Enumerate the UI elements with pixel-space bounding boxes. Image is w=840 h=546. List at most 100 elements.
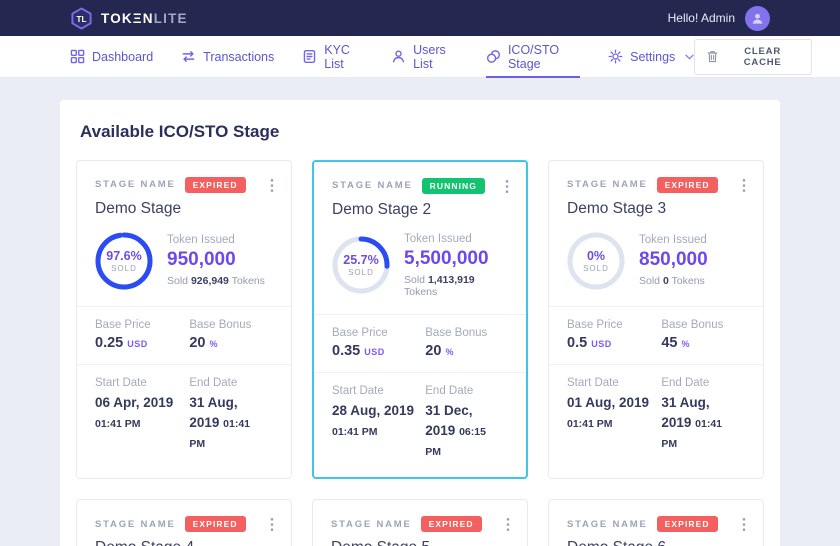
user-icon	[391, 49, 406, 64]
sold-progress-donut: 25.7% SOLD	[332, 236, 390, 294]
start-time-value: 01:41 PM	[95, 418, 141, 430]
user-avatar[interactable]	[745, 6, 770, 31]
token-issued-value: 950,000	[167, 249, 265, 271]
start-date-value: 06 Apr, 2019	[95, 395, 173, 410]
dots-vertical-icon	[270, 178, 274, 193]
status-badge: EXPIRED	[185, 177, 246, 193]
start-time-value: 01:41 PM	[567, 418, 613, 430]
stage-title: Demo Stage 2	[332, 201, 508, 219]
base-bonus-value: 20	[189, 335, 205, 351]
token-issued-block: Token Issued 950,000 Sold 926,949 Tokens	[167, 234, 265, 287]
status-badge: EXPIRED	[185, 516, 246, 532]
tokenlite-logo-icon: TL	[70, 7, 93, 30]
topbar-right: Hello! Admin	[668, 6, 770, 31]
dots-vertical-icon	[506, 517, 510, 532]
sold-progress-donut: 0% SOLD	[567, 232, 625, 290]
sold-tokens-line: Sold 926,949 Tokens	[167, 275, 265, 287]
end-date: End Date 31 Aug, 2019 01:41 PM	[661, 377, 745, 454]
base-price-unit: USD	[591, 339, 612, 349]
dots-vertical-icon	[742, 517, 746, 532]
nav-item-ico-sto-stage[interactable]: ICO/STO Stage	[486, 36, 580, 78]
sold-percent-value: 0%	[587, 249, 605, 263]
nav-item-transactions[interactable]: Transactions	[181, 36, 274, 78]
status-badge: EXPIRED	[421, 516, 482, 532]
kebab-menu-button[interactable]	[264, 176, 280, 200]
trash-icon	[707, 50, 718, 63]
sold-label: SOLD	[348, 268, 374, 277]
stage-name-label: STAGE NAME	[95, 179, 176, 190]
stage-card-5: STAGE NAME EXPIRED Demo Stage 5 0% SOLD …	[312, 499, 528, 546]
stage-title: Demo Stage 5	[331, 539, 509, 546]
nav-item-label: KYC List	[324, 43, 363, 71]
token-issued-value: 850,000	[639, 249, 708, 271]
sold-label: SOLD	[583, 264, 609, 273]
dots-vertical-icon	[742, 178, 746, 193]
start-time-value: 01:41 PM	[332, 426, 378, 438]
token-issued-label: Token Issued	[404, 233, 508, 245]
coins-icon	[486, 49, 501, 64]
swap-icon	[181, 49, 196, 64]
kebab-menu-button[interactable]	[500, 515, 516, 539]
stage-card-3: STAGE NAME EXPIRED Demo Stage 3 0% SOLD …	[548, 160, 764, 479]
sold-tokens-line: Sold 1,413,919 Tokens	[404, 274, 508, 298]
clear-cache-button[interactable]: CLEAR CACHE	[694, 39, 812, 75]
base-price-unit: USD	[364, 347, 385, 357]
nav-item-label: Settings	[630, 50, 675, 64]
gear-icon	[608, 49, 623, 64]
base-bonus-unit: %	[210, 339, 219, 349]
base-bonus-value: 20	[425, 343, 441, 359]
base-bonus-value: 45	[661, 335, 677, 351]
token-issued-value: 5,500,000	[404, 248, 508, 270]
status-badge: RUNNING	[422, 178, 485, 194]
base-bonus: Base Bonus 20 %	[189, 319, 273, 351]
brand-logo[interactable]: TL TOKΞNLITE	[70, 7, 188, 30]
brand-name: TOKΞNLITE	[101, 11, 188, 26]
kebab-menu-button[interactable]	[736, 515, 752, 539]
stage-name-label: STAGE NAME	[332, 180, 413, 191]
nav-item-kyc-list[interactable]: KYC List	[302, 36, 363, 78]
greeting-text: Hello! Admin	[668, 11, 735, 25]
end-date: End Date 31 Aug, 2019 01:41 PM	[189, 377, 273, 454]
token-issued-block: Token Issued 5,500,000 Sold 1,413,919 To…	[404, 233, 508, 298]
stage-title: Demo Stage 3	[567, 200, 745, 218]
grid-icon	[70, 49, 85, 64]
sold-tokens-line: Sold 0 Tokens	[639, 275, 708, 287]
clear-cache-label: CLEAR CACHE	[726, 46, 799, 68]
stage-name-label: STAGE NAME	[95, 519, 176, 530]
sold-percent-value: 97.6%	[106, 249, 141, 263]
token-issued-block: Token Issued 850,000 Sold 0 Tokens	[639, 234, 708, 287]
stage-card-2: STAGE NAME RUNNING Demo Stage 2 25.7% SO…	[312, 160, 528, 479]
stage-title: Demo Stage	[95, 200, 273, 218]
main-nav: Dashboard Transactions KYC List Users Li…	[0, 36, 840, 78]
base-price-unit: USD	[127, 339, 148, 349]
page-title: Available ICO/STO Stage	[80, 122, 760, 142]
nav-item-dashboard[interactable]: Dashboard	[70, 36, 153, 78]
kebab-menu-button[interactable]	[736, 176, 752, 200]
stage-card-4: STAGE NAME EXPIRED Demo Stage 4 0% SOLD …	[76, 499, 292, 546]
base-price: Base Price 0.35 USD	[332, 327, 425, 359]
nav-item-settings[interactable]: Settings	[608, 36, 694, 78]
base-price-value: 0.35	[332, 343, 360, 359]
nav-item-label: ICO/STO Stage	[508, 43, 580, 71]
start-date: Start Date 06 Apr, 2019 01:41 PM	[95, 377, 189, 454]
content-panel: Available ICO/STO Stage STAGE NAME EXPIR…	[60, 100, 780, 546]
token-issued-label: Token Issued	[639, 234, 708, 246]
stage-card-1: STAGE NAME EXPIRED Demo Stage 97.6% SOLD…	[76, 160, 292, 479]
start-date-value: 28 Aug, 2019	[332, 403, 414, 418]
base-bonus-unit: %	[445, 347, 454, 357]
kebab-menu-button[interactable]	[264, 515, 280, 539]
base-price: Base Price 0.25 USD	[95, 319, 189, 351]
nav-items: Dashboard Transactions KYC List Users Li…	[70, 36, 694, 78]
stage-name-label: STAGE NAME	[567, 519, 648, 530]
status-badge: EXPIRED	[657, 177, 718, 193]
stage-card-6: STAGE NAME EXPIRED Demo Stage 6 0% SOLD …	[548, 499, 764, 546]
kebab-menu-button[interactable]	[499, 177, 515, 201]
nav-item-users-list[interactable]: Users List	[391, 36, 458, 78]
stage-cards-grid: STAGE NAME EXPIRED Demo Stage 97.6% SOLD…	[76, 160, 764, 546]
base-bonus: Base Bonus 45 %	[661, 319, 745, 351]
stage-title: Demo Stage 6	[567, 539, 745, 546]
token-issued-label: Token Issued	[167, 234, 265, 246]
base-bonus-unit: %	[682, 339, 691, 349]
dots-vertical-icon	[270, 517, 274, 532]
start-date: Start Date 28 Aug, 2019 01:41 PM	[332, 385, 425, 462]
